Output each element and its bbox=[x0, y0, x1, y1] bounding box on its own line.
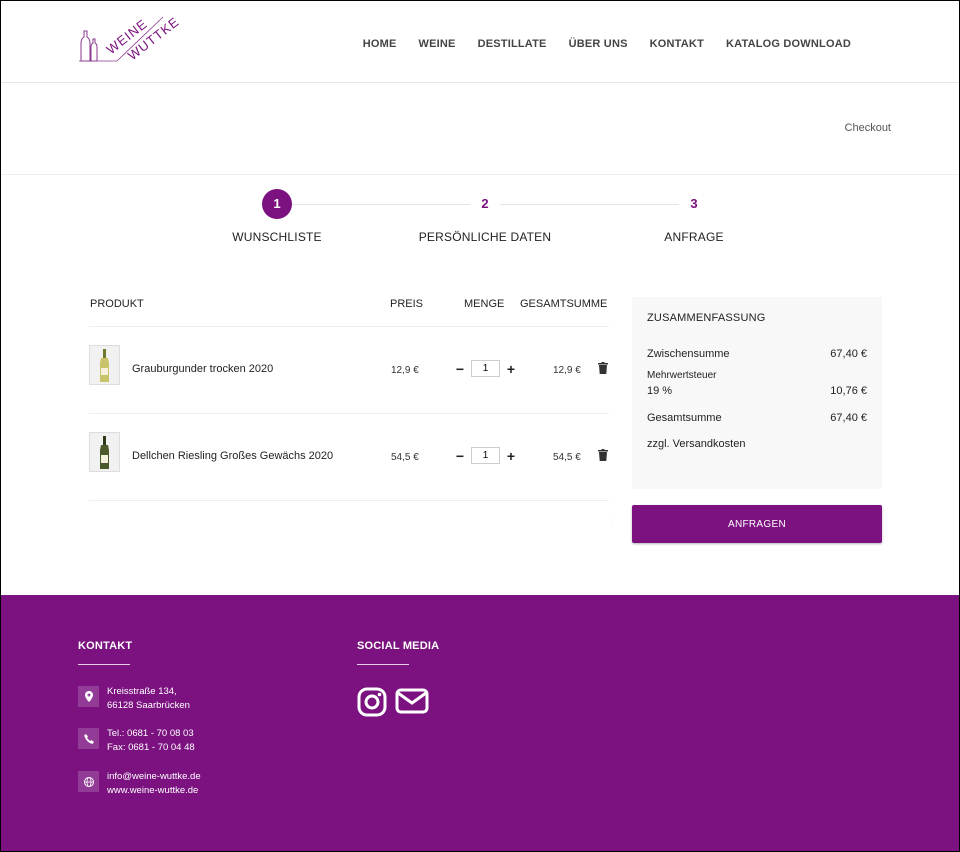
footer-phone: Tel.: 0681 - 70 08 03 Fax: 0681 - 70 04 … bbox=[78, 727, 195, 755]
wine-bottle-icon bbox=[100, 349, 109, 382]
trash-icon[interactable] bbox=[598, 362, 608, 374]
table-row: Grauburgunder trocken 2020 12,9 € − + 12… bbox=[89, 327, 609, 414]
cart-header-row: PRODUKT PREIS MENGE GESAMTSUMME bbox=[89, 297, 609, 327]
product-price: 54,5 € bbox=[391, 452, 419, 463]
address-line1: Kreisstraße 134, bbox=[107, 686, 177, 697]
trash-icon[interactable] bbox=[598, 449, 608, 461]
step-label: ANFRAGE bbox=[664, 230, 724, 244]
footer-social-title: SOCIAL MEDIA bbox=[357, 640, 440, 652]
fax-number: Fax: 0681 - 70 04 48 bbox=[107, 742, 195, 753]
header-price: PREIS bbox=[390, 298, 424, 310]
website-link[interactable]: www.weine-wuttke.de bbox=[107, 784, 201, 798]
total-value: 67,40 € bbox=[830, 412, 867, 424]
anfragen-button[interactable]: ANFRAGEN bbox=[632, 505, 882, 543]
quantity-minus-button[interactable]: − bbox=[455, 449, 465, 463]
page-title-band: Checkout bbox=[1, 83, 959, 175]
phone-number[interactable]: Tel.: 0681 - 70 08 03 bbox=[107, 727, 195, 741]
header-product: PRODUKT bbox=[90, 298, 144, 310]
quantity-input[interactable] bbox=[471, 447, 500, 464]
product-name[interactable]: Dellchen Riesling Großes Gewächs 2020 bbox=[132, 450, 333, 462]
quantity-stepper: − + bbox=[455, 447, 516, 464]
product-thumbnail[interactable] bbox=[89, 345, 120, 385]
footer-contact-title: KONTAKT bbox=[78, 640, 133, 652]
summary-subtotal: Zwischensumme 67,40 € bbox=[647, 348, 867, 360]
social-links bbox=[357, 687, 429, 717]
cart-table: PRODUKT PREIS MENGE GESAMTSUMME Grauburg… bbox=[89, 297, 609, 501]
step-anfrage[interactable]: 3 ANFRAGE bbox=[604, 189, 784, 244]
vat-label: Mehrwertsteuer bbox=[647, 370, 717, 381]
nav-item-home[interactable]: HOME bbox=[363, 38, 397, 50]
email-link[interactable]: info@weine-wuttke.de bbox=[107, 770, 201, 784]
quantity-input[interactable] bbox=[471, 360, 500, 377]
quantity-stepper: − + bbox=[455, 360, 516, 377]
nav-item-katalog-download[interactable]: KATALOG DOWNLOAD bbox=[726, 38, 851, 50]
summary-shipping: zzgl. Versandkosten bbox=[647, 438, 867, 450]
globe-icon bbox=[78, 771, 99, 792]
vat-value: 10,76 € bbox=[830, 385, 867, 397]
product-thumbnail[interactable] bbox=[89, 432, 120, 472]
shipping-note: zzgl. Versandkosten bbox=[647, 438, 746, 450]
step-label: WUNSCHLISTE bbox=[232, 230, 322, 244]
subtotal-label: Zwischensumme bbox=[647, 348, 730, 360]
summary-vat: 19 % 10,76 € bbox=[647, 385, 867, 397]
table-row: Dellchen Riesling Großes Gewächs 2020 54… bbox=[89, 414, 609, 501]
step-number: 2 bbox=[470, 189, 500, 219]
phone-icon bbox=[78, 728, 99, 749]
product-name[interactable]: Grauburgunder trocken 2020 bbox=[132, 363, 273, 375]
footer-contact-divider bbox=[78, 664, 130, 665]
product-price: 12,9 € bbox=[391, 365, 419, 376]
wine-bottle-icon bbox=[100, 436, 109, 469]
mail-icon[interactable] bbox=[395, 687, 429, 715]
summary-title: ZUSAMMENFASSUNG bbox=[647, 312, 766, 324]
step-persoenliche-daten[interactable]: 2 PERSÖNLICHE DATEN bbox=[395, 189, 575, 244]
product-total: 54,5 € bbox=[553, 452, 581, 463]
nav-item-destillate[interactable]: DESTILLATE bbox=[478, 38, 547, 50]
total-label: Gesamtsumme bbox=[647, 412, 722, 424]
main-nav: HOME WEINE DESTILLATE ÜBER UNS KONTAKT K… bbox=[363, 38, 851, 50]
nav-item-ueber-uns[interactable]: ÜBER UNS bbox=[569, 38, 628, 50]
subtotal-value: 67,40 € bbox=[830, 348, 867, 360]
quantity-plus-button[interactable]: + bbox=[506, 449, 516, 463]
quantity-minus-button[interactable]: − bbox=[455, 362, 465, 376]
brand-logo[interactable]: WEINE WUTTKE bbox=[77, 14, 182, 65]
step-wunschliste[interactable]: 1 WUNSCHLISTE bbox=[187, 189, 367, 244]
instagram-icon[interactable] bbox=[357, 687, 387, 717]
footer-address: Kreisstraße 134, 66128 Saarbrücken bbox=[78, 685, 190, 713]
product-total: 12,9 € bbox=[553, 365, 581, 376]
order-summary: ZUSAMMENFASSUNG Zwischensumme 67,40 € Me… bbox=[632, 297, 882, 489]
header-total: GESAMTSUMME bbox=[520, 298, 608, 310]
site-footer: KONTAKT SOCIAL MEDIA Kreisstraße 134, 66… bbox=[1, 595, 959, 851]
summary-vat-label: Mehrwertsteuer bbox=[647, 370, 867, 381]
footer-web: info@weine-wuttke.de www.weine-wuttke.de bbox=[78, 770, 201, 798]
nav-item-weine[interactable]: WEINE bbox=[419, 38, 456, 50]
breadcrumb: Checkout bbox=[844, 122, 891, 134]
footer-social-divider bbox=[357, 664, 409, 665]
step-label: PERSÖNLICHE DATEN bbox=[418, 230, 552, 244]
address-line2: 66128 Saarbrücken bbox=[107, 700, 190, 711]
checkout-stepper: 1 WUNSCHLISTE 2 PERSÖNLICHE DATEN 3 ANFR… bbox=[1, 189, 960, 249]
vat-rate: 19 % bbox=[647, 385, 673, 397]
step-number: 3 bbox=[679, 189, 709, 219]
header-quantity: MENGE bbox=[464, 298, 505, 310]
step-number: 1 bbox=[262, 189, 292, 219]
click-annotation: 클릭 bbox=[574, 514, 616, 540]
nav-item-kontakt[interactable]: KONTAKT bbox=[650, 38, 704, 50]
quantity-plus-button[interactable]: + bbox=[506, 362, 516, 376]
summary-total: Gesamtsumme 67,40 € bbox=[647, 412, 867, 424]
location-pin-icon bbox=[78, 686, 99, 707]
site-header: WEINE WUTTKE HOME WEINE DESTILLATE ÜBER … bbox=[1, 1, 959, 83]
